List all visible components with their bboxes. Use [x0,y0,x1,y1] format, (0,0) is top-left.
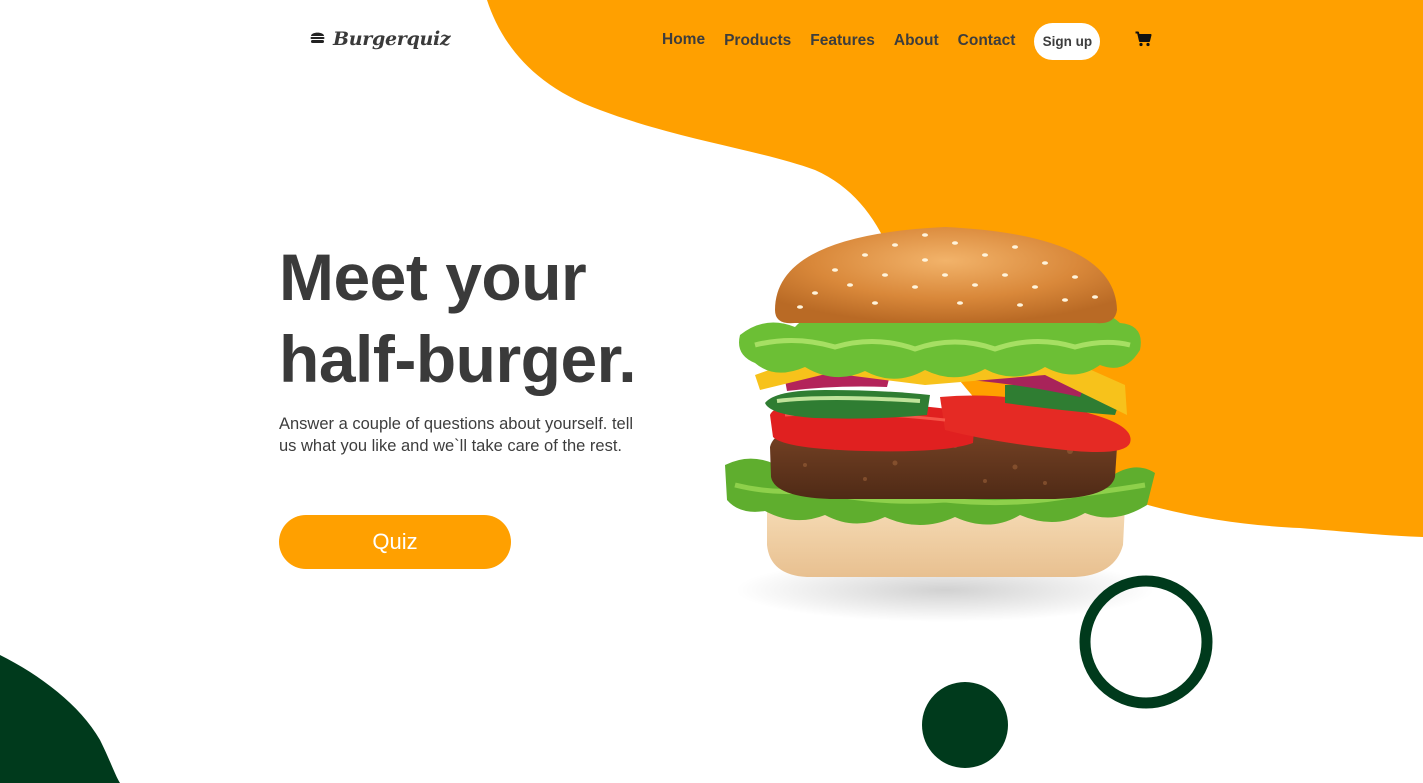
headline-line-1: Meet your [279,240,587,314]
hero-subtext: Answer a couple of questions about yours… [279,415,634,455]
green-blob [0,655,120,783]
headline-line-2: half-burger. [279,322,637,396]
nav-features[interactable]: Features [810,32,875,50]
nav-home[interactable]: Home [662,31,706,52]
hero-headline: Meet your half-burger. [279,236,637,400]
cart-icon[interactable] [1135,31,1152,52]
main-nav: Home Products Features About Contact Sig… [662,22,1101,60]
nav-about[interactable]: About [894,32,939,50]
ring-decoration [1079,575,1213,709]
logo-text: Burgerquiz [333,28,451,50]
burger-icon [310,30,325,49]
quiz-button[interactable]: Quiz [279,515,511,569]
nav-products[interactable]: Products [724,32,791,50]
nav-contact[interactable]: Contact [958,32,1016,50]
dot-decoration [922,682,1008,768]
logo[interactable]: Burgerquiz [310,28,451,50]
burger-image [725,227,1155,622]
signup-button[interactable]: Sign up [1034,22,1101,60]
